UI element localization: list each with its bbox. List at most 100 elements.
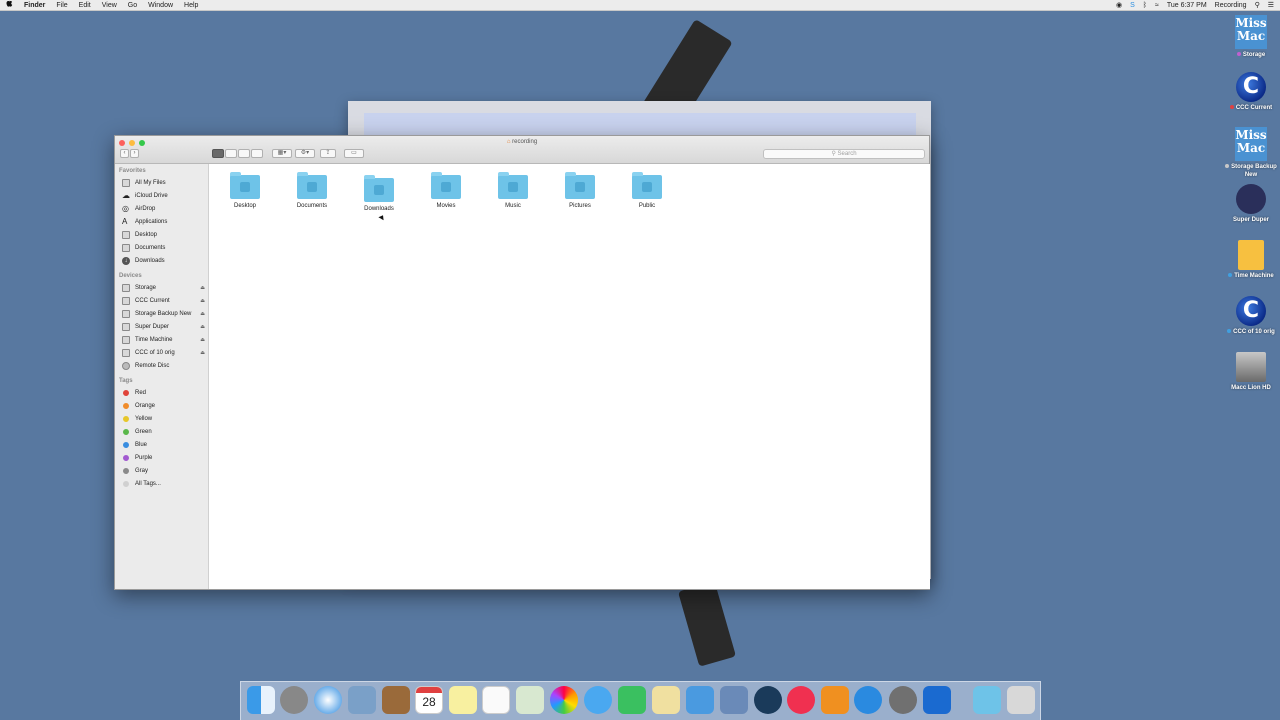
downloads-stack-icon[interactable] [973, 686, 1001, 714]
column-view-button[interactable] [238, 149, 250, 158]
home-icon: ⌂ [506, 139, 511, 145]
launchpad-icon[interactable] [280, 686, 308, 714]
sidebar-item-downloads[interactable]: ↓ Downloads [122, 255, 208, 266]
folder-item[interactable]: Music [483, 171, 543, 219]
desktop-volume-icon[interactable]: C CCC Current [1222, 72, 1280, 112]
folder-item[interactable]: Documents [282, 171, 342, 219]
contacts-icon[interactable] [382, 686, 410, 714]
mail-icon[interactable] [348, 686, 376, 714]
notification-center-icon[interactable]: ☰ [1268, 1, 1274, 9]
icon-view-button[interactable] [212, 149, 224, 158]
sidebar-item-device[interactable]: CCC of 10 orig ⏏ [122, 347, 208, 358]
keynote-icon[interactable] [720, 686, 748, 714]
app-name-menu[interactable]: Finder [24, 0, 45, 11]
finder-window[interactable]: ⌂ recording ‹ › ▦▾ ⚙▾ ⇪ ▭ ⚲ Search Favor… [114, 135, 930, 590]
desktop-volume-icon[interactable]: Super Duper [1222, 184, 1280, 224]
tags-button[interactable]: ▭ [344, 149, 364, 158]
sidebar-item-device[interactable]: Remote Disc [122, 360, 208, 371]
sidebar-item-applications[interactable]: A Applications [122, 216, 208, 227]
coverflow-view-button[interactable] [251, 149, 263, 158]
reminders-icon[interactable] [482, 686, 510, 714]
maps-icon[interactable] [516, 686, 544, 714]
sidebar-item-device[interactable]: Storage ⏏ [122, 282, 208, 293]
desktop-icon [122, 230, 130, 239]
sidebar-item-device[interactable]: Super Duper ⏏ [122, 321, 208, 332]
share-button[interactable]: ⇪ [320, 149, 336, 158]
disc-icon [122, 361, 130, 370]
messages-icon[interactable] [584, 686, 612, 714]
folder-item[interactable]: Desktop [215, 171, 275, 219]
clock[interactable]: Tue 6:37 PM [1167, 2, 1207, 9]
finder-icon[interactable] [247, 686, 275, 714]
sidebar-item-all-my-files[interactable]: All My Files [122, 177, 208, 188]
list-view-button[interactable] [225, 149, 237, 158]
tag-dot-icon [123, 389, 129, 396]
sidebar-item-device[interactable]: Time Machine ⏏ [122, 334, 208, 345]
facetime-icon[interactable] [618, 686, 646, 714]
trash-icon[interactable] [1007, 686, 1035, 714]
itunes-icon[interactable] [787, 686, 815, 714]
menu-help[interactable]: Help [184, 0, 198, 11]
sidebar-item-tag[interactable]: Yellow [122, 413, 208, 424]
bluetooth-icon[interactable]: ᛒ [1143, 2, 1147, 9]
sidebar-item-tag[interactable]: Gray [122, 465, 208, 476]
forward-button[interactable]: › [130, 149, 139, 158]
sidebar-item-documents[interactable]: Documents [122, 242, 208, 253]
sidebar-item-device[interactable]: CCC Current ⏏ [122, 295, 208, 306]
safari-icon[interactable] [314, 686, 342, 714]
desktop-volume-icon[interactable]: Time Machine [1222, 240, 1280, 280]
desktop-volume-icon[interactable]: Miss Mac Storage [1222, 15, 1280, 59]
search-field[interactable]: ⚲ Search [763, 149, 925, 159]
calendar-icon[interactable]: 28 [415, 686, 443, 714]
photos-icon[interactable] [550, 686, 578, 714]
drive-icon [122, 348, 130, 357]
folder-item[interactable]: Public [617, 171, 677, 219]
menu-view[interactable]: View [102, 0, 117, 11]
record-status-icon[interactable]: ◉ [1116, 1, 1122, 9]
menu-file[interactable]: File [56, 0, 67, 11]
arrange-button[interactable]: ▦▾ [272, 149, 292, 158]
eject-icon[interactable]: ⏏ [200, 337, 205, 343]
action-gear-button[interactable]: ⚙▾ [295, 149, 315, 158]
menu-window[interactable]: Window [148, 0, 173, 11]
desktop-volume-icon[interactable]: C CCC of 10 orig [1222, 296, 1280, 336]
numbers-icon[interactable] [686, 686, 714, 714]
desktop-volume-icon[interactable]: Macc Lion HD [1222, 352, 1280, 392]
sidebar-item-airdrop[interactable]: ◎ AirDrop [122, 203, 208, 214]
sidebar-item-desktop[interactable]: Desktop [122, 229, 208, 240]
pages-icon[interactable] [652, 686, 680, 714]
eject-icon[interactable]: ⏏ [200, 350, 205, 356]
teamviewer-icon[interactable] [923, 686, 951, 714]
app-store-icon[interactable] [854, 686, 882, 714]
folder-item[interactable]: Pictures [550, 171, 610, 219]
wifi-icon[interactable]: ≈ [1155, 2, 1159, 9]
eject-icon[interactable]: ⏏ [200, 311, 205, 317]
back-button[interactable]: ‹ [120, 149, 129, 158]
sidebar-item-tag[interactable]: Blue [122, 439, 208, 450]
notes-icon[interactable] [449, 686, 477, 714]
menu-edit[interactable]: Edit [79, 0, 91, 11]
sidebar-item-tag[interactable]: Orange [122, 400, 208, 411]
folder-item[interactable]: Movies [416, 171, 476, 219]
desktop-volume-icon[interactable]: Miss Mac Storage Backup New [1222, 127, 1280, 179]
spotlight-icon[interactable]: ⚲ [1255, 1, 1260, 9]
ibooks-icon[interactable] [821, 686, 849, 714]
apple-menu-icon[interactable] [6, 0, 13, 11]
eject-icon[interactable]: ⏏ [200, 324, 205, 330]
eject-icon[interactable]: ⏏ [200, 298, 205, 304]
menu-go[interactable]: Go [128, 0, 137, 11]
user-menu[interactable]: Recording [1215, 2, 1247, 9]
sidebar-item-tag[interactable]: Green [122, 426, 208, 437]
tag-dot-icon [123, 467, 129, 474]
folder-icon [230, 172, 260, 199]
quicktime-icon[interactable] [754, 686, 782, 714]
skype-icon[interactable]: S [1130, 2, 1135, 9]
sidebar-item-tag[interactable]: Red [122, 387, 208, 398]
sidebar-item-tag[interactable]: Purple [122, 452, 208, 463]
eject-icon[interactable]: ⏏ [200, 285, 205, 291]
drive-icon [122, 283, 130, 292]
sidebar-item-device[interactable]: Storage Backup New ⏏ [122, 308, 208, 319]
sidebar-item-tag[interactable]: All Tags... [122, 478, 208, 489]
sidebar-item-icloud-drive[interactable]: ☁ iCloud Drive [122, 190, 208, 201]
system-preferences-icon[interactable] [889, 686, 917, 714]
